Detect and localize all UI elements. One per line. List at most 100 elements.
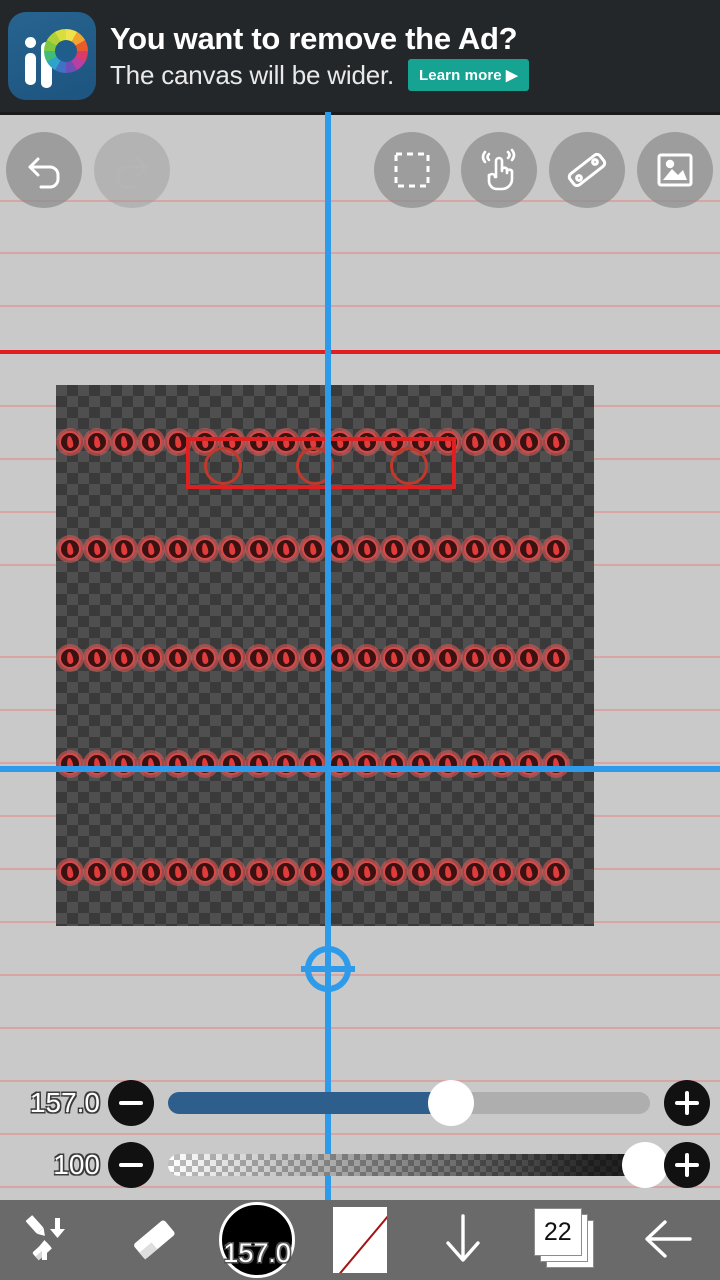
- red-flame-circle-stamp: [83, 535, 111, 563]
- brush-size-circle-icon: 157.0: [219, 1202, 296, 1278]
- opacity-slider-thumb[interactable]: [622, 1142, 668, 1188]
- brush-size-slider[interactable]: [168, 1080, 650, 1126]
- red-flame-circle-stamp: [515, 858, 543, 886]
- opacity-decrease-button[interactable]: [108, 1142, 154, 1188]
- red-flame-circle-stamp: [110, 428, 138, 456]
- red-flame-circle-stamp: [515, 428, 543, 456]
- red-flame-circle-stamp: [191, 858, 219, 886]
- red-flame-circle-stamp: [218, 535, 246, 563]
- red-flame-circle-stamp: [56, 858, 84, 886]
- red-flame-circle-stamp: [299, 750, 327, 778]
- symmetry-vertical-line[interactable]: [325, 112, 331, 1200]
- red-flame-circle-stamp: [137, 644, 165, 672]
- guide-line: [0, 252, 720, 254]
- red-flame-circle-stamp: [56, 535, 84, 563]
- undo-button[interactable]: [6, 132, 82, 208]
- red-flame-circle-stamp: [380, 535, 408, 563]
- ad-sub-row: The canvas will be wider. Learn more ▶: [110, 58, 712, 91]
- red-flame-circle-stamp: [542, 858, 570, 886]
- symmetry-horizontal-line[interactable]: [0, 766, 720, 772]
- slider-panel: 157.0 100: [0, 1072, 720, 1200]
- red-flame-circle-stamp: [245, 858, 273, 886]
- red-flame-circle-stamp: [380, 644, 408, 672]
- pivot-ring: [305, 946, 351, 992]
- opacity-slider-row: 100: [0, 1134, 720, 1196]
- red-flame-circle-stamp: [299, 535, 327, 563]
- red-flame-circle-stamp: [56, 750, 84, 778]
- red-flame-circle-stamp: [434, 644, 462, 672]
- drawing-workspace[interactable]: 157.0 100: [0, 112, 720, 1200]
- dashed-selection-icon: [390, 148, 434, 192]
- brush-size-slider-thumb[interactable]: [428, 1080, 475, 1126]
- guide-line: [0, 974, 720, 976]
- guide-line: [0, 305, 720, 307]
- guide-line-strong: [0, 350, 720, 354]
- ad-subline: The canvas will be wider.: [110, 59, 395, 90]
- red-flame-circle-stamp: [461, 535, 489, 563]
- red-flame-circle-stamp: [407, 644, 435, 672]
- red-flame-circle-stamp: [488, 750, 516, 778]
- red-flame-circle-stamp: [164, 858, 192, 886]
- top-toolbar: [0, 132, 720, 216]
- workspace-top-edge: [0, 112, 720, 115]
- red-flame-circle-stamp: [407, 535, 435, 563]
- undo-arrow-icon: [21, 147, 67, 193]
- bottom-toolbar: 157.0 22: [0, 1200, 720, 1280]
- image-button[interactable]: [637, 132, 713, 208]
- finger-button[interactable]: [461, 132, 537, 208]
- red-flame-circle-stamp: [461, 644, 489, 672]
- opacity-slider[interactable]: [168, 1142, 668, 1188]
- ad-headline: You want to remove the Ad?: [110, 20, 518, 56]
- ad-learn-more-button[interactable]: Learn more ▶: [408, 58, 529, 91]
- red-flame-circle-stamp: [110, 750, 138, 778]
- red-flame-circle-stamp: [353, 644, 381, 672]
- red-flame-circle-stamp: [434, 535, 462, 563]
- red-flame-circle-stamp: [218, 644, 246, 672]
- red-flame-circle-stamp: [164, 644, 192, 672]
- ruler-button[interactable]: [549, 132, 625, 208]
- download-button[interactable]: [411, 1200, 514, 1280]
- eraser-button[interactable]: [103, 1200, 206, 1280]
- redo-button[interactable]: [94, 132, 170, 208]
- ad-banner[interactable]: You want to remove the Ad? The canvas wi…: [0, 0, 720, 112]
- red-flame-circle-stamp: [461, 750, 489, 778]
- red-flame-circle-stamp: [407, 750, 435, 778]
- symmetry-pivot-crosshair-icon[interactable]: [301, 942, 355, 996]
- red-flame-circle-stamp: [488, 535, 516, 563]
- logo-color-wheel-icon: [44, 29, 88, 73]
- select-button[interactable]: [374, 132, 450, 208]
- red-flame-circle-stamp: [488, 644, 516, 672]
- brush-size-decrease-button[interactable]: [108, 1080, 154, 1126]
- red-rectangle-overlay: [186, 437, 456, 489]
- red-flame-circle-stamp: [245, 535, 273, 563]
- red-flame-circle-stamp: [191, 535, 219, 563]
- guide-line: [0, 1027, 720, 1029]
- ibispaint-logo: [8, 12, 96, 100]
- brush-size-increase-button[interactable]: [664, 1080, 710, 1126]
- brush-size-badge-value: 157.0: [223, 1238, 291, 1268]
- red-flame-circle-stamp: [164, 750, 192, 778]
- logo-i-stem: [25, 53, 36, 85]
- layers-button[interactable]: 22: [514, 1200, 617, 1280]
- red-flame-circle-stamp: [353, 750, 381, 778]
- back-button[interactable]: [617, 1200, 720, 1280]
- red-flame-circle-stamp: [542, 750, 570, 778]
- down-arrow-icon: [432, 1208, 494, 1273]
- red-flame-circle-stamp: [83, 644, 111, 672]
- overlay-circle: [390, 447, 428, 485]
- red-flame-circle-stamp: [488, 428, 516, 456]
- layers-sheet-front: 22: [534, 1209, 581, 1255]
- transparent-color-swatch-icon: [333, 1207, 387, 1273]
- opacity-increase-button[interactable]: [664, 1142, 710, 1188]
- ibispaint-app-screen: You want to remove the Ad? The canvas wi…: [0, 0, 720, 1280]
- brush-size-button[interactable]: 157.0: [206, 1200, 309, 1280]
- brush-eraser-swap-button[interactable]: [0, 1200, 103, 1280]
- color-swatch-button[interactable]: [309, 1200, 412, 1280]
- red-flame-circle-stamp: [110, 858, 138, 886]
- red-flame-circle-stamp: [461, 428, 489, 456]
- red-flame-circle-stamp: [380, 858, 408, 886]
- red-flame-circle-stamp: [272, 750, 300, 778]
- red-flame-circle-stamp: [461, 858, 489, 886]
- brush-size-slider-fill: [168, 1092, 434, 1114]
- minus-icon: [119, 1163, 143, 1167]
